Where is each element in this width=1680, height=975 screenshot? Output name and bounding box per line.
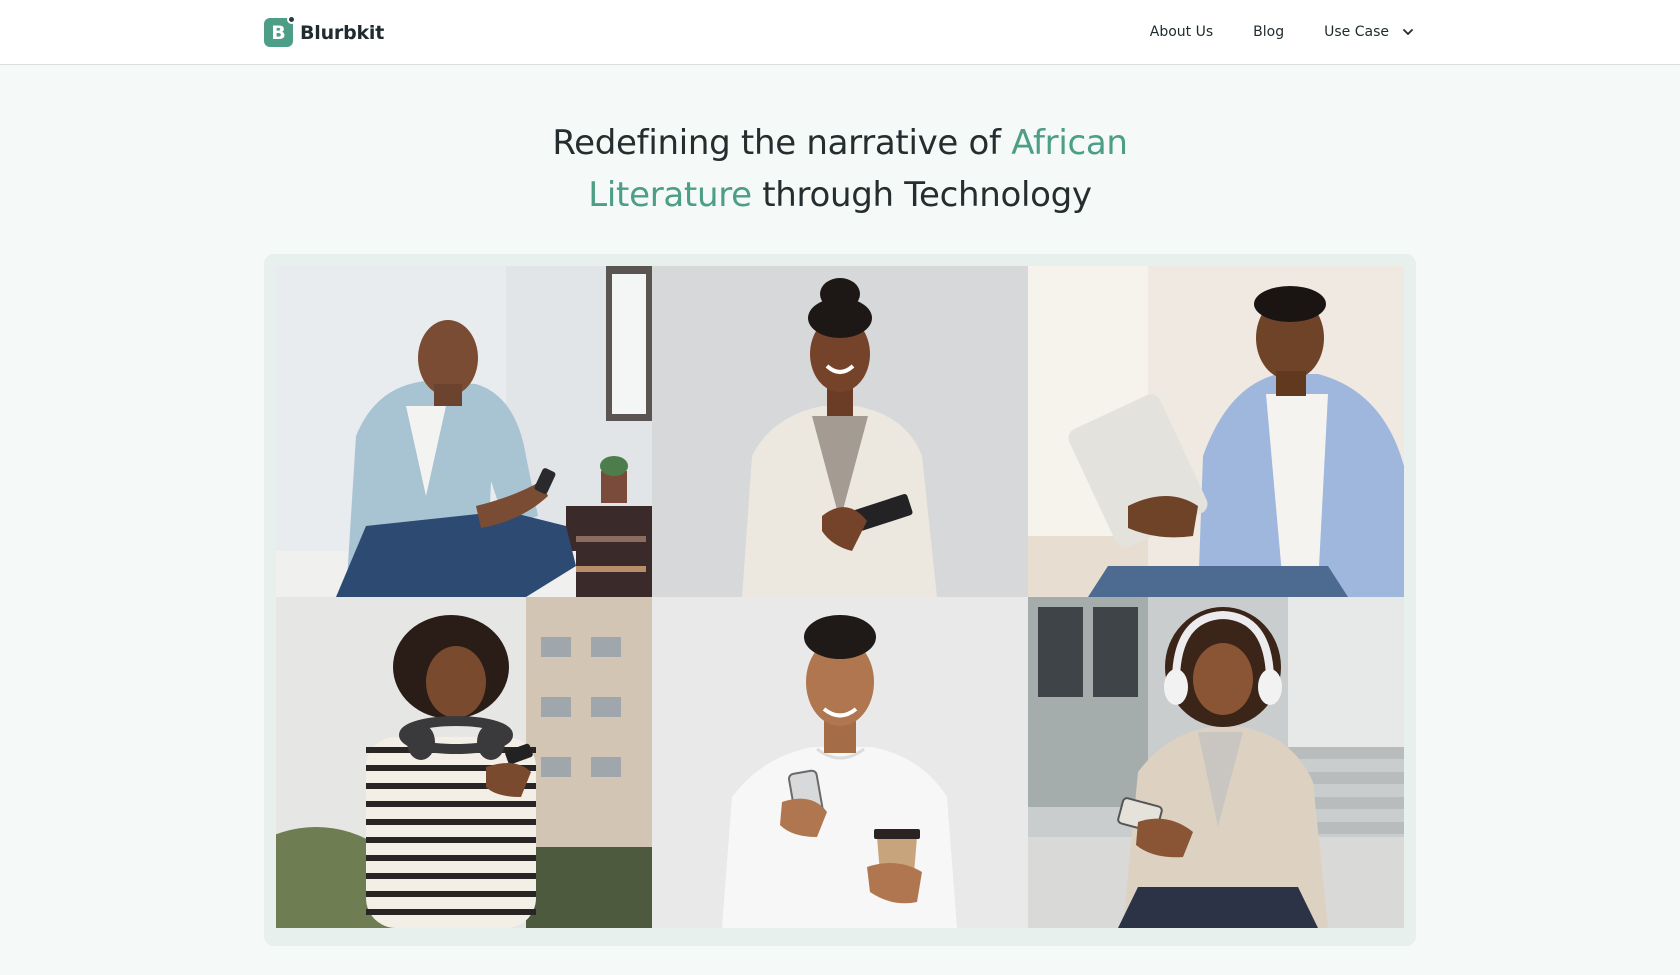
gallery-grid [276, 266, 1404, 928]
woman-with-headphones-phone-photo [276, 597, 652, 928]
logo-dot [287, 15, 296, 24]
nav-blog[interactable]: Blog [1253, 24, 1284, 40]
nav-use-case-label: Use Case [1324, 24, 1389, 40]
nav-about-us[interactable]: About Us [1150, 24, 1213, 40]
blurbkit-logo-icon: B [264, 15, 296, 47]
logo-text: Blurbkit [300, 21, 385, 44]
nav-links: About Us Blog Use Case [1150, 0, 1415, 64]
hero-gallery [264, 254, 1416, 946]
chevron-down-icon [1403, 29, 1413, 35]
hero-title-accent-1: African [1011, 123, 1128, 163]
logo-link[interactable]: B Blurbkit [264, 15, 385, 48]
man-phone-coffee-photo [652, 597, 1028, 928]
woman-headphones-stairs-photo [1028, 597, 1404, 928]
top-navbar: B Blurbkit About Us Blog Use Case [0, 0, 1680, 65]
logo-mark-letter: B [271, 21, 286, 44]
woman-with-tablet-photo [652, 266, 1028, 597]
hero-title-part2: through Technology [751, 175, 1092, 215]
man-on-phone-sofa-photo [276, 266, 652, 597]
hero-title-accent-2: Literature [588, 175, 752, 215]
man-with-tablet-photo [1028, 266, 1404, 597]
hero-title-part1: Redefining the narrative of [552, 123, 1012, 163]
nav-use-case-dropdown[interactable]: Use Case [1324, 24, 1415, 40]
hero-title: Redefining the narrative of African Lite… [0, 117, 1680, 221]
